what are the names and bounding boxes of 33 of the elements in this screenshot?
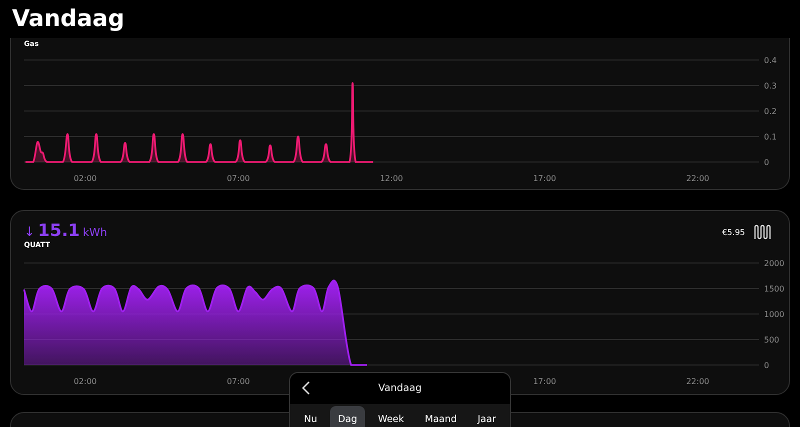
- period-tab[interactable]: Nu: [296, 406, 326, 427]
- axis-label: 22:00: [686, 174, 710, 183]
- axis-label: 0: [764, 361, 770, 370]
- axis-label: 0.2: [764, 107, 777, 116]
- energy-value: 15.1: [38, 221, 80, 241]
- axis-label: 17:00: [533, 377, 556, 386]
- axis-label: 12:00: [380, 174, 404, 183]
- back-button[interactable]: [302, 381, 310, 395]
- axis-label: 1500: [764, 284, 784, 294]
- axis-label: 07:00: [226, 377, 250, 386]
- period-tab[interactable]: Maand: [416, 406, 465, 427]
- axis-label: 22:00: [686, 377, 710, 386]
- axis-label: 02:00: [74, 377, 97, 386]
- period-tab[interactable]: Jaar: [470, 406, 504, 427]
- picker-title: Vandaag: [378, 383, 422, 394]
- axis-label: 2000: [764, 259, 784, 268]
- period-tab[interactable]: Dag: [330, 406, 366, 427]
- axis-label: 17:00: [533, 174, 556, 183]
- period-tab[interactable]: Week: [370, 406, 412, 427]
- axis-label: 07:00: [226, 174, 250, 183]
- axis-label: 500: [764, 336, 780, 344]
- axis-label: 0.1: [764, 132, 777, 142]
- page-title: Vandaag: [11, 5, 126, 34]
- radiator-icon: [753, 223, 771, 241]
- axis-label: 02:00: [74, 174, 97, 183]
- chevron-left-icon: [302, 381, 310, 395]
- axis-label: 0.3: [764, 82, 777, 90]
- direction-arrow: ↓: [24, 225, 35, 240]
- axis-label: 0: [764, 158, 770, 167]
- axis-label: 1000: [764, 310, 784, 319]
- axis-label: 0.4: [764, 56, 777, 65]
- energy-unit: kWh: [82, 226, 108, 239]
- cost-value: €5.95: [722, 228, 745, 236]
